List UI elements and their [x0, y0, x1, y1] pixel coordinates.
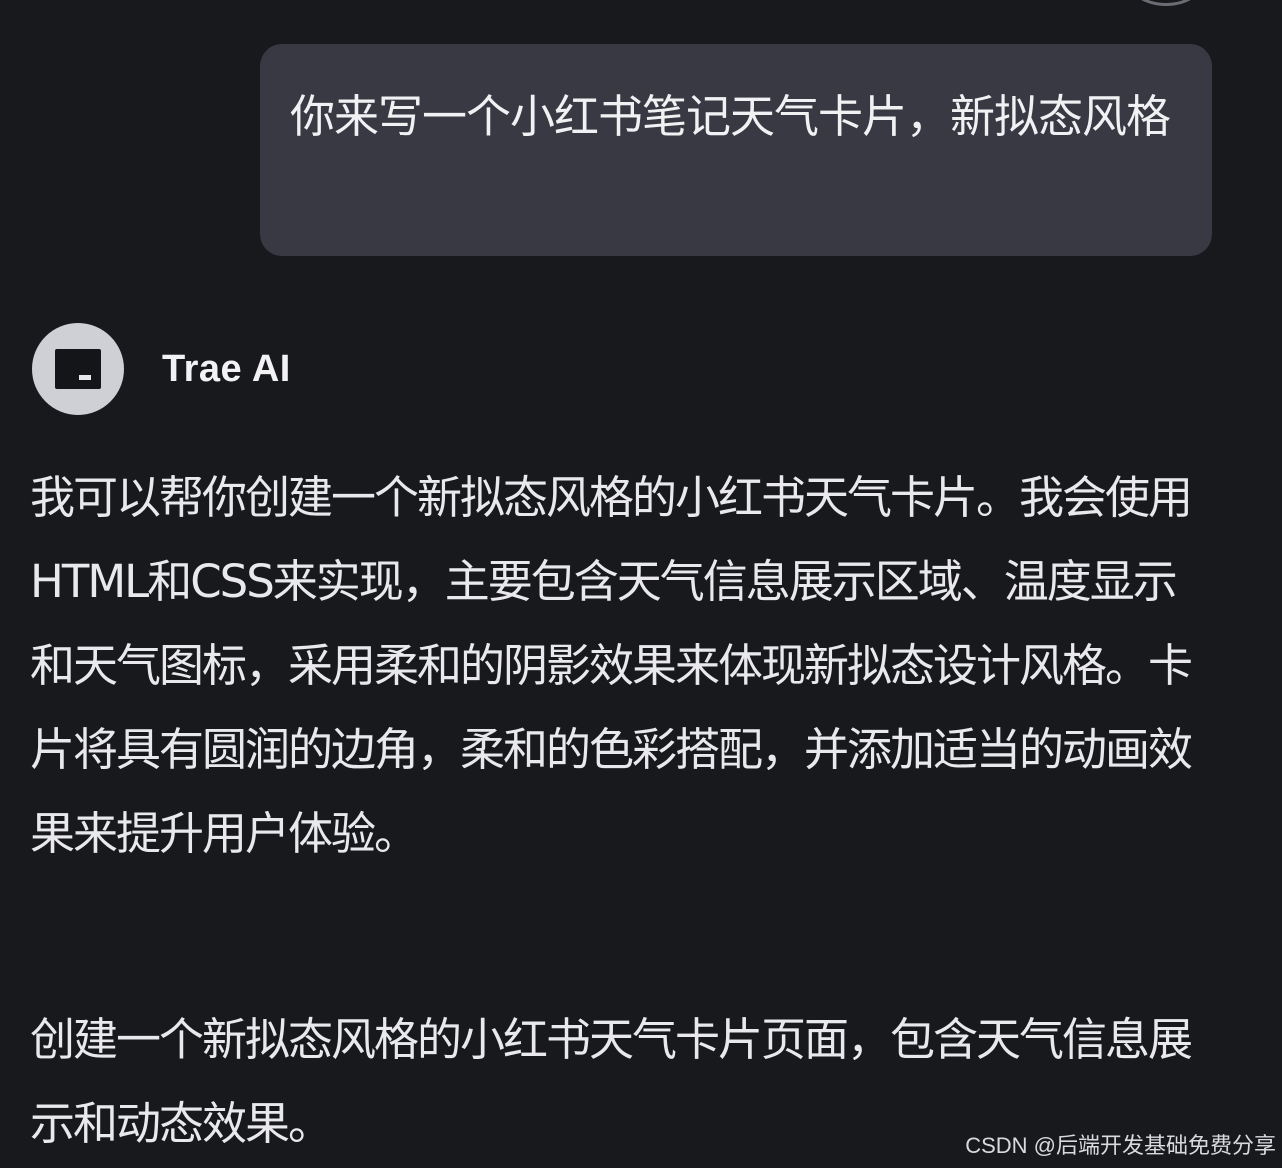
assistant-message-paragraph: 我可以帮你创建一个新拟态风格的小红书天气卡片。我会使用HTML和CSS来实现，主… — [30, 471, 1193, 860]
watermark: CSDN @后端开发基础免费分享 — [965, 1133, 1276, 1158]
assistant-header: Trae AI — [32, 323, 291, 415]
user-message-text: 你来写一个小红书笔记天气卡片，新拟态风格 — [290, 90, 1171, 143]
user-message-bubble: 你来写一个小红书笔记天气卡片，新拟态风格 — [260, 44, 1212, 256]
assistant-name: Trae AI — [162, 347, 291, 390]
trae-logo-icon — [32, 323, 124, 415]
user-avatar-icon — [1126, 0, 1206, 6]
